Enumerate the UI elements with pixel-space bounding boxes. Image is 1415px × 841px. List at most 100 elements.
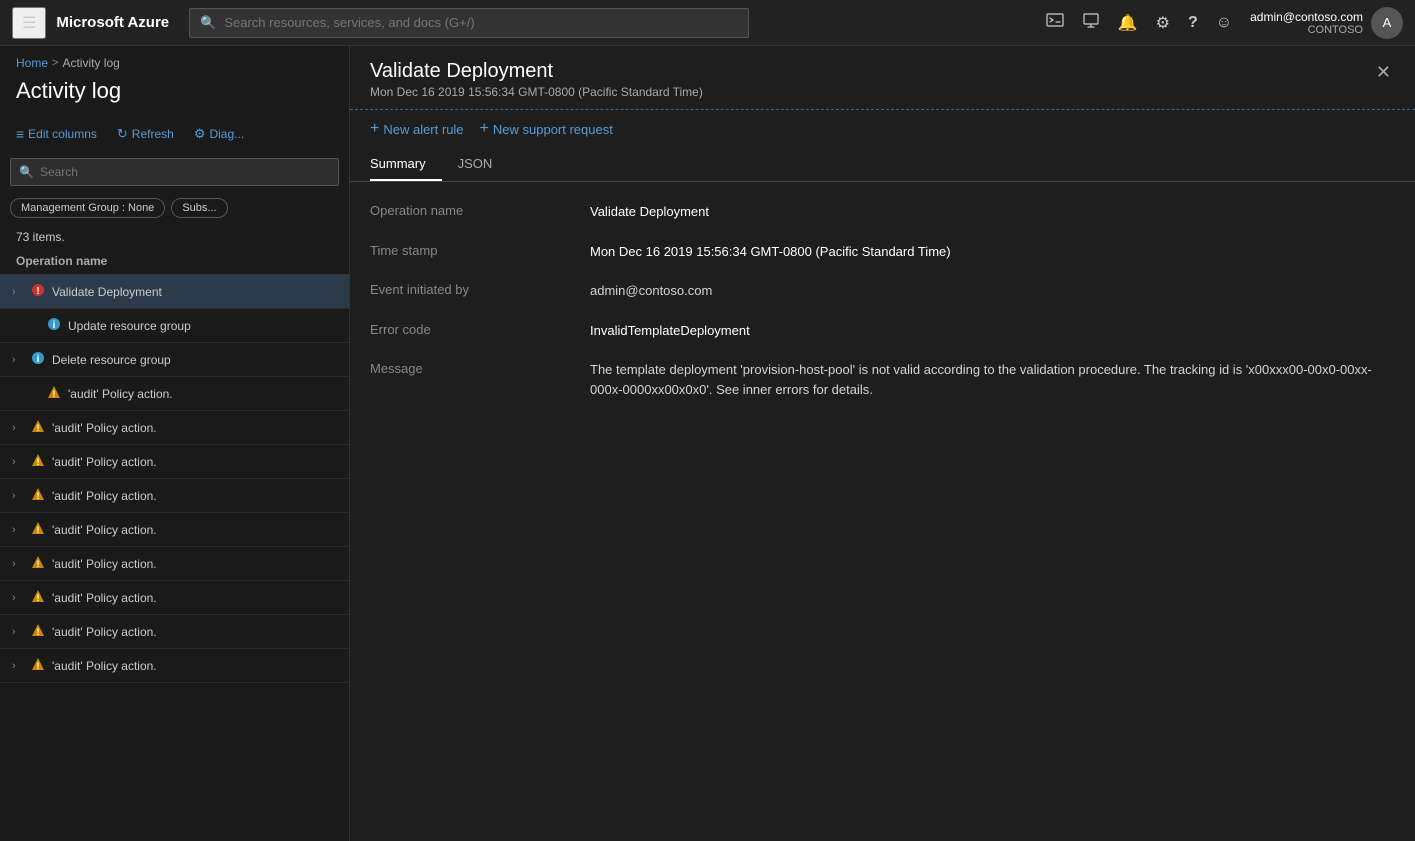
brand-name: Microsoft Azure bbox=[56, 14, 169, 31]
management-group-filter[interactable]: Management Group : None bbox=[10, 198, 165, 218]
detail-field-label: Event initiated by bbox=[370, 281, 570, 301]
detail-field-value: Validate Deployment bbox=[590, 202, 1395, 222]
help-icon[interactable]: ? bbox=[1182, 10, 1204, 36]
item-label: Validate Deployment bbox=[52, 285, 341, 299]
status-icon: ! bbox=[30, 555, 46, 572]
status-icon: ! bbox=[30, 419, 46, 436]
svg-text:!: ! bbox=[37, 559, 40, 569]
breadcrumb-home[interactable]: Home bbox=[16, 56, 48, 70]
sidebar-toolbar: ≡ Edit columns ↻ Refresh ⚙ Diag... bbox=[0, 116, 349, 152]
global-search-input[interactable] bbox=[224, 15, 738, 30]
item-label: 'audit' Policy action. bbox=[52, 591, 341, 605]
detail-field-value: The template deployment 'provision-host-… bbox=[590, 360, 1395, 399]
list-item[interactable]: ›! 'audit' Policy action. bbox=[0, 649, 349, 683]
chevron-icon: › bbox=[12, 490, 24, 502]
chevron-icon: › bbox=[12, 422, 24, 434]
page-title: Activity log bbox=[0, 74, 349, 116]
status-icon: ! bbox=[30, 657, 46, 674]
chevron-icon: › bbox=[12, 524, 24, 536]
status-icon: ! bbox=[30, 453, 46, 470]
tab-summary[interactable]: Summary bbox=[370, 148, 442, 181]
status-icon: ! bbox=[30, 487, 46, 504]
detail-panel: Validate Deployment Mon Dec 16 2019 15:5… bbox=[350, 46, 1415, 841]
detail-field-value: Mon Dec 16 2019 15:56:34 GMT-0800 (Pacif… bbox=[590, 242, 1395, 262]
chevron-icon: › bbox=[12, 286, 24, 298]
svg-text:!: ! bbox=[37, 457, 40, 467]
svg-text:!: ! bbox=[37, 525, 40, 535]
activity-list: ›! Validate Deployment iUpdate resource gr… bbox=[0, 275, 349, 841]
tab-json[interactable]: JSON bbox=[458, 148, 509, 181]
close-button[interactable]: ✕ bbox=[1368, 58, 1399, 87]
sidebar-search-bar[interactable]: 🔍 bbox=[10, 158, 339, 186]
detail-row: Event initiated by admin@contoso.com bbox=[370, 281, 1395, 301]
list-item[interactable]: iUpdate resource group bbox=[0, 309, 349, 343]
list-item[interactable]: ›! 'audit' Policy action. bbox=[0, 615, 349, 649]
chevron-icon: › bbox=[12, 626, 24, 638]
svg-text:!: ! bbox=[53, 389, 56, 399]
detail-row: Time stampMon Dec 16 2019 15:56:34 GMT-0… bbox=[370, 242, 1395, 262]
feedback-icon[interactable]: ☺ bbox=[1210, 10, 1238, 36]
chevron-icon: › bbox=[12, 558, 24, 570]
item-label: 'audit' Policy action. bbox=[52, 659, 341, 673]
list-item[interactable]: ›! 'audit' Policy action. bbox=[0, 445, 349, 479]
detail-title: Validate Deployment bbox=[370, 60, 1375, 83]
sidebar-search-input[interactable] bbox=[40, 165, 330, 179]
hamburger-menu-icon[interactable]: ☰ bbox=[12, 7, 46, 39]
list-item[interactable]: ›! 'audit' Policy action. bbox=[0, 513, 349, 547]
cloudshell-icon[interactable] bbox=[1076, 7, 1106, 38]
list-item[interactable]: ›! 'audit' Policy action. bbox=[0, 479, 349, 513]
list-item[interactable]: ›iDelete resource group bbox=[0, 343, 349, 377]
list-item[interactable]: ›! Validate Deployment bbox=[0, 275, 349, 309]
item-label: 'audit' Policy action. bbox=[52, 489, 341, 503]
edit-columns-button[interactable]: ≡ Edit columns bbox=[8, 122, 105, 146]
breadcrumb-current: Activity log bbox=[62, 56, 119, 70]
list-item[interactable]: ›!'audit' Policy action. bbox=[0, 547, 349, 581]
new-alert-rule-button[interactable]: + New alert rule bbox=[370, 120, 464, 138]
user-email: admin@contoso.com bbox=[1250, 10, 1363, 24]
status-icon: i bbox=[46, 317, 62, 334]
global-search-bar[interactable]: 🔍 bbox=[189, 8, 749, 38]
svg-text:!: ! bbox=[37, 627, 40, 637]
terminal-icon[interactable] bbox=[1040, 7, 1070, 38]
breadcrumb-separator: > bbox=[52, 57, 58, 69]
svg-text:!: ! bbox=[36, 286, 39, 297]
detail-field-label: Message bbox=[370, 360, 570, 399]
svg-text:i: i bbox=[53, 320, 56, 331]
list-item[interactable]: ›!'audit' Policy action. bbox=[0, 411, 349, 445]
list-item[interactable]: !'audit' Policy action. bbox=[0, 377, 349, 411]
svg-text:!: ! bbox=[37, 423, 40, 433]
notification-bell-icon[interactable]: 🔔 bbox=[1112, 9, 1144, 37]
status-icon: ! bbox=[46, 385, 62, 402]
chevron-icon: › bbox=[12, 456, 24, 468]
new-support-request-button[interactable]: + New support request bbox=[480, 120, 613, 138]
detail-row: Error code InvalidTemplateDeployment bbox=[370, 321, 1395, 341]
subscription-filter[interactable]: Subs... bbox=[171, 198, 227, 218]
status-icon: i bbox=[30, 351, 46, 368]
status-icon: ! bbox=[30, 589, 46, 606]
svg-text:!: ! bbox=[37, 491, 40, 501]
diagnose-button[interactable]: ⚙ Diag... bbox=[186, 122, 252, 146]
refresh-button[interactable]: ↻ Refresh bbox=[109, 122, 182, 146]
svg-text:i: i bbox=[37, 354, 40, 365]
detail-field-value: InvalidTemplateDeployment bbox=[590, 321, 1395, 341]
edit-columns-icon: ≡ bbox=[16, 126, 24, 142]
item-label: 'audit' Policy action. bbox=[52, 625, 341, 639]
list-item[interactable]: ›!'audit' Policy action. bbox=[0, 581, 349, 615]
detail-header: Validate Deployment Mon Dec 16 2019 15:5… bbox=[350, 46, 1415, 110]
svg-text:!: ! bbox=[37, 661, 40, 671]
svg-text:!: ! bbox=[37, 593, 40, 603]
refresh-icon: ↻ bbox=[117, 126, 128, 142]
topbar-icons: 🔔 ⚙ ? ☺ admin@contoso.com CONTOSO A bbox=[1040, 7, 1403, 39]
detail-field-label: Operation name bbox=[370, 202, 570, 222]
detail-content: Operation name Validate Deployment Time st… bbox=[350, 182, 1415, 841]
item-label: 'audit' Policy action. bbox=[52, 455, 341, 469]
detail-row: Operation name Validate Deployment bbox=[370, 202, 1395, 222]
diagnose-icon: ⚙ bbox=[194, 126, 206, 142]
main-layout: Home > Activity log Activity log ≡ Edit … bbox=[0, 46, 1415, 841]
user-menu[interactable]: admin@contoso.com CONTOSO A bbox=[1250, 7, 1403, 39]
detail-field-value: admin@contoso.com bbox=[590, 281, 1395, 301]
detail-field-label: Error code bbox=[370, 321, 570, 341]
chevron-icon: › bbox=[12, 660, 24, 672]
item-label: 'audit' Policy action. bbox=[52, 523, 341, 537]
settings-gear-icon[interactable]: ⚙ bbox=[1150, 9, 1176, 37]
